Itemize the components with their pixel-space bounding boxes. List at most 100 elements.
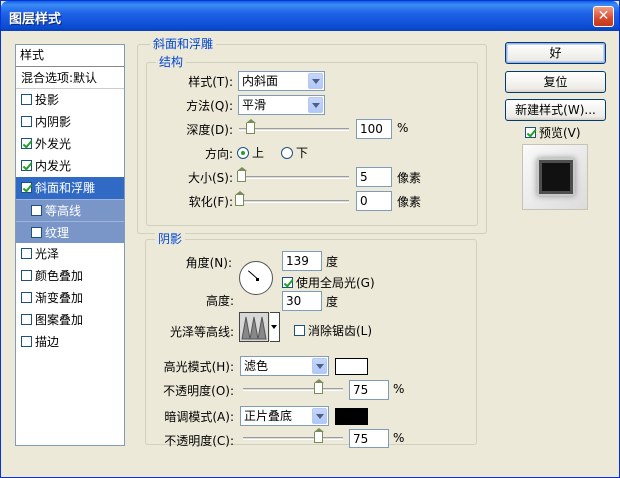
altitude-input[interactable]: 30 [282,291,322,311]
highlight-opacity-label: 不透明度(O): [163,384,234,398]
angle-label: 角度(N): [185,256,232,270]
shadow-opacity-slider[interactable] [243,428,343,446]
style-item-checkbox[interactable] [21,94,32,105]
style-item[interactable]: 斜面和浮雕 [16,177,124,199]
style-item-checkbox[interactable] [21,336,32,347]
slider-thumb[interactable] [314,379,324,394]
style-item-checkbox[interactable] [21,292,32,303]
shadow-mode-value: 正片叠底 [244,409,293,423]
radio-up[interactable] [237,147,249,159]
style-item[interactable]: 内阴影 [16,111,124,133]
highlight-mode-select[interactable]: 滤色 [240,356,329,376]
contour-dropdown[interactable] [270,312,280,342]
global-light-checkbox[interactable] [282,277,293,288]
style-item-checkbox[interactable] [21,116,32,127]
soften-slider[interactable] [235,191,349,209]
depth-slider[interactable] [239,119,349,137]
style-preview [522,144,588,210]
size-slider[interactable] [237,167,349,185]
style-item-label: 内发光 [35,159,72,173]
style-item-checkbox[interactable] [21,314,32,325]
style-item-label: 外发光 [35,137,72,151]
highlight-opacity-slider[interactable] [243,379,343,397]
style-item[interactable]: 纹理 [16,221,124,243]
style-item-checkbox[interactable] [21,160,32,171]
style-item[interactable]: 图案叠加 [16,309,124,331]
title-bar[interactable]: 图层样式 ✕ [1,1,619,31]
dial-center [256,278,259,281]
style-item[interactable]: 光泽 [16,243,124,265]
new-style-button[interactable]: 新建样式(W)... [505,99,606,121]
style-item[interactable]: 外发光 [16,133,124,155]
close-button[interactable]: ✕ [593,6,614,27]
style-item[interactable]: 描边 [16,331,124,353]
shadow-mode-label: 暗调模式(A): [164,410,234,424]
style-item-checkbox[interactable] [21,248,32,259]
style-item-checkbox[interactable] [21,182,32,193]
antialias-checkbox[interactable] [294,325,305,336]
style-item-label: 内阴影 [35,115,72,129]
shadow-mode-select[interactable]: 正片叠底 [240,406,329,426]
reset-button[interactable]: 复位 [505,71,606,93]
chevron-down-icon[interactable] [312,358,327,374]
chevron-down-icon[interactable] [308,97,323,113]
global-light-option[interactable]: 使用全局光(G) [282,274,375,291]
technique-label: 方法(Q): [186,99,233,113]
style-item-checkbox[interactable] [31,227,42,238]
radio-down[interactable] [281,147,293,159]
gloss-contour-picker[interactable] [239,312,269,342]
style-item[interactable]: 渐变叠加 [16,287,124,309]
style-item[interactable]: 内发光 [16,155,124,177]
depth-unit: % [397,121,409,135]
style-item[interactable]: 投影 [16,89,124,111]
style-item-checkbox[interactable] [21,138,32,149]
style-item-label: 渐变叠加 [35,291,84,305]
highlight-opacity-input[interactable]: 75 [349,380,389,400]
direction-up-option[interactable]: 上 [237,144,264,161]
shadow-opacity-input[interactable]: 75 [349,429,389,448]
slider-track [239,176,349,179]
shading-title: 阴影 [155,232,186,246]
style-list-header[interactable]: 样式 [16,45,124,67]
direction-down-label: 下 [296,146,309,160]
blending-options-item[interactable]: 混合选项:默认 [16,67,124,89]
highlight-mode-label: 高光模式(H): [163,360,234,374]
style-item-label: 图案叠加 [35,313,84,327]
gloss-contour-label: 光泽等高线: [169,325,234,339]
ok-button[interactable]: 好 [505,42,606,64]
style-item-label: 投影 [35,93,60,107]
style-item-checkbox[interactable] [21,270,32,281]
style-select[interactable]: 内斜面 [238,71,325,91]
slider-thumb[interactable] [314,428,324,443]
structure-title: 结构 [156,55,187,69]
size-input[interactable]: 5 [356,167,392,187]
angle-input[interactable]: 139 [282,251,322,271]
angle-dial[interactable] [239,261,273,295]
style-item[interactable]: 颜色叠加 [16,265,124,287]
altitude-label: 高度: [205,294,234,308]
preview-option[interactable]: 预览(V) [525,124,581,141]
antialias-option[interactable]: 消除锯齿(L) [294,322,372,339]
shadow-opacity-unit: % [393,431,405,445]
chevron-down-icon[interactable] [308,73,323,89]
preview-checkbox[interactable] [525,127,536,138]
style-item-checkbox[interactable] [31,205,42,216]
style-item-label: 等高线 [45,204,82,218]
antialias-label: 消除锯齿(L) [308,324,373,338]
slider-thumb[interactable] [237,167,248,182]
style-list: 样式 混合选项:默认 投影内阴影外发光内发光斜面和浮雕等高线纹理 光泽 颜色叠加渐变… [15,44,125,446]
slider-track [239,128,349,131]
slider-thumb[interactable] [246,119,256,134]
chevron-down-icon[interactable] [312,408,327,424]
technique-value: 平滑 [242,98,267,112]
style-item[interactable]: 等高线 [16,199,124,221]
highlight-color-swatch[interactable] [335,358,368,375]
direction-label: 方向: [204,147,233,161]
slider-thumb[interactable] [235,191,245,206]
direction-down-option[interactable]: 下 [281,144,308,161]
depth-input[interactable]: 100 [356,119,392,139]
shadow-color-swatch[interactable] [335,408,368,425]
soften-input[interactable]: 0 [356,191,392,211]
depth-label: 深度(D): [186,123,233,137]
technique-select[interactable]: 平滑 [238,95,325,115]
